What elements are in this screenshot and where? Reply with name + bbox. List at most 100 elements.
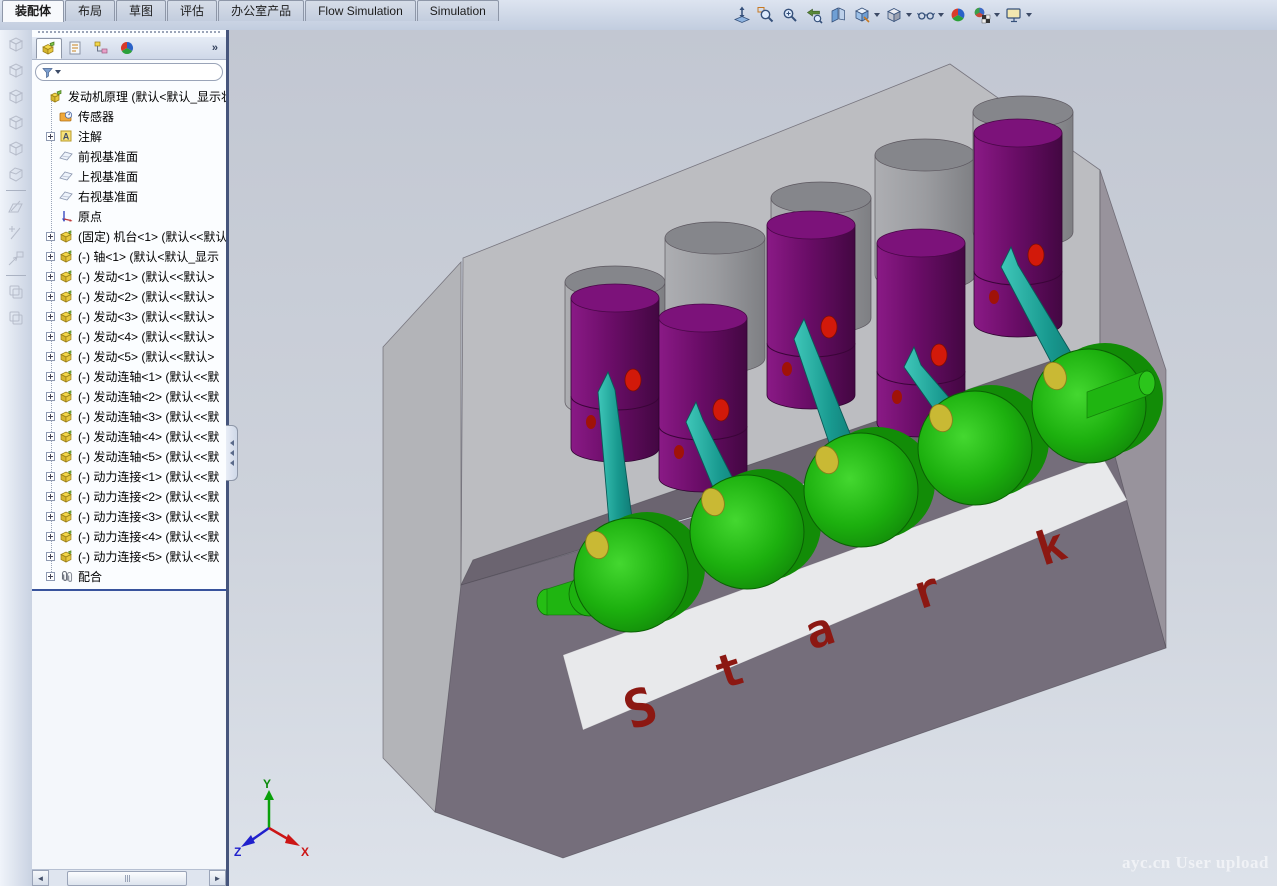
wrist-pin (821, 316, 837, 338)
expand-plus-icon[interactable] (46, 292, 57, 301)
tree-item-21[interactable]: (-) 动力连接<3> (默认<<默 (32, 506, 226, 526)
tab-1[interactable]: 布局 (65, 0, 115, 21)
layers-icon[interactable] (3, 280, 29, 304)
expand-plus-icon[interactable] (46, 572, 57, 581)
tree-item-8[interactable]: (-) 轴<1> (默认<默认_显示 (32, 246, 226, 266)
cube-wireframe-icon[interactable] (3, 58, 29, 82)
tab-2[interactable]: 草图 (116, 0, 166, 21)
layers-icon[interactable] (3, 306, 29, 330)
engine-assembly-model[interactable]: StarkYZX (229, 30, 1277, 886)
expand-plus-icon[interactable] (46, 392, 57, 401)
tree-item-13[interactable]: (-) 发动<5> (默认<<默认> (32, 346, 226, 366)
tree-item-19[interactable]: (-) 动力连接<1> (默认<<默 (32, 466, 226, 486)
expand-plus-icon[interactable] (46, 252, 57, 261)
tree-item-label: (-) 发动连轴<4> (默认<<默 (78, 428, 219, 445)
tree-item-3[interactable]: 前视基准面 (32, 146, 226, 166)
graphics-viewport[interactable]: StarkYZX ayc.cn User upload (229, 30, 1277, 886)
tab-0[interactable]: 装配体 (2, 0, 64, 22)
scroll-left-button[interactable]: ◄ (32, 870, 49, 886)
tree-item-10[interactable]: (-) 发动<2> (默认<<默认> (32, 286, 226, 306)
wrist-pin-shadow (782, 362, 792, 376)
apply-scene-icon[interactable] (971, 4, 993, 26)
tab-4[interactable]: 办公室产品 (218, 0, 304, 21)
filter-input[interactable] (35, 63, 223, 81)
arrow-target-icon[interactable] (3, 247, 29, 271)
view-settings-dropdown-icon[interactable] (1026, 13, 1032, 17)
tree-item-17[interactable]: (-) 发动连轴<4> (默认<<默 (32, 426, 226, 446)
tree-item-14[interactable]: (-) 发动连轴<1> (默认<<默 (32, 366, 226, 386)
tree-item-15[interactable]: (-) 发动连轴<2> (默认<<默 (32, 386, 226, 406)
scroll-right-button[interactable]: ► (209, 870, 226, 886)
expand-plus-icon[interactable] (46, 232, 57, 241)
tab-3[interactable]: 评估 (167, 0, 217, 21)
y-axis-arrow (264, 790, 274, 800)
tree-item-4[interactable]: 上视基准面 (32, 166, 226, 186)
cube-wireframe-icon[interactable] (3, 32, 29, 56)
filter-dropdown-icon[interactable] (55, 70, 61, 74)
tree-item-2[interactable]: A注解 (32, 126, 226, 146)
tree-item-16[interactable]: (-) 发动连轴<3> (默认<<默 (32, 406, 226, 426)
commandmanager-tabs: 装配体布局草图评估办公室产品Flow SimulationSimulation (2, 0, 500, 22)
expand-plus-icon[interactable] (46, 412, 57, 421)
tree-item-18[interactable]: (-) 发动连轴<5> (默认<<默 (32, 446, 226, 466)
appearances-tab[interactable] (114, 38, 140, 59)
propertymanager-tab[interactable] (62, 38, 88, 59)
cube-wireframe-icon[interactable] (3, 110, 29, 134)
wrist-pin-shadow (892, 390, 902, 404)
tree-item-12[interactable]: (-) 发动<4> (默认<<默认> (32, 326, 226, 346)
tree-item-6[interactable]: 原点 (32, 206, 226, 226)
expand-plus-icon[interactable] (46, 552, 57, 561)
featuremanager-tab[interactable] (36, 38, 62, 59)
panel-horizontal-scrollbar[interactable]: ◄ ► (32, 869, 226, 886)
tree-item-24[interactable]: 配合 (32, 566, 226, 586)
expand-plus-icon[interactable] (46, 512, 57, 521)
pencil-plus-icon[interactable] (3, 221, 29, 245)
view-orientation-icon[interactable] (851, 4, 873, 26)
expand-plus-icon[interactable] (46, 372, 57, 381)
cube-wireframe-icon[interactable] (3, 136, 29, 160)
tab-6[interactable]: Simulation (417, 0, 499, 21)
panel-splitter-flyout[interactable] (226, 425, 238, 481)
hide-show-items-dropdown-icon[interactable] (938, 13, 944, 17)
zoom-to-area-icon[interactable] (755, 4, 777, 26)
expand-plus-icon[interactable] (46, 432, 57, 441)
tree-item-7[interactable]: (固定) 机台<1> (默认<<默认 (32, 226, 226, 246)
expand-plus-icon[interactable] (46, 492, 57, 501)
hide-show-items-icon[interactable] (915, 4, 937, 26)
panel-tab-overflow[interactable]: » (212, 42, 218, 54)
view-orientation-dropdown-icon[interactable] (874, 13, 880, 17)
expand-plus-icon[interactable] (46, 312, 57, 321)
tree-item-20[interactable]: (-) 动力连接<2> (默认<<默 (32, 486, 226, 506)
expand-plus-icon[interactable] (46, 132, 57, 141)
corner-cube-icon[interactable] (3, 162, 29, 186)
tree-item-label: (-) 发动<5> (默认<<默认> (78, 348, 214, 365)
piston-5[interactable] (974, 119, 1062, 337)
zoom-fit-icon[interactable] (731, 4, 753, 26)
expand-plus-icon[interactable] (46, 332, 57, 341)
view-settings-icon[interactable] (1003, 4, 1025, 26)
tree-item-0[interactable]: 发动机原理 (默认<默认_显示状 (32, 86, 226, 106)
pencil-plane-icon[interactable] (3, 195, 29, 219)
tree-item-1[interactable]: 传感器 (32, 106, 226, 126)
display-style-icon[interactable] (883, 4, 905, 26)
display-style-dropdown-icon[interactable] (906, 13, 912, 17)
configurationmanager-tab[interactable] (88, 38, 114, 59)
tree-item-5[interactable]: 右视基准面 (32, 186, 226, 206)
expand-plus-icon[interactable] (46, 352, 57, 361)
edit-appearance-icon[interactable] (947, 4, 969, 26)
section-view-icon[interactable] (827, 4, 849, 26)
expand-plus-icon[interactable] (46, 472, 57, 481)
expand-plus-icon[interactable] (46, 532, 57, 541)
zoom-in-out-icon[interactable] (779, 4, 801, 26)
tree-item-11[interactable]: (-) 发动<3> (默认<<默认> (32, 306, 226, 326)
expand-plus-icon[interactable] (46, 452, 57, 461)
tree-item-22[interactable]: (-) 动力连接<4> (默认<<默 (32, 526, 226, 546)
tree-item-23[interactable]: (-) 动力连接<5> (默认<<默 (32, 546, 226, 566)
previous-view-icon[interactable] (803, 4, 825, 26)
tab-5[interactable]: Flow Simulation (305, 0, 416, 21)
expand-plus-icon[interactable] (46, 272, 57, 281)
scrollbar-thumb[interactable] (67, 871, 187, 886)
tree-item-9[interactable]: (-) 发动<1> (默认<<默认> (32, 266, 226, 286)
apply-scene-dropdown-icon[interactable] (994, 13, 1000, 17)
cube-wireframe-icon[interactable] (3, 84, 29, 108)
